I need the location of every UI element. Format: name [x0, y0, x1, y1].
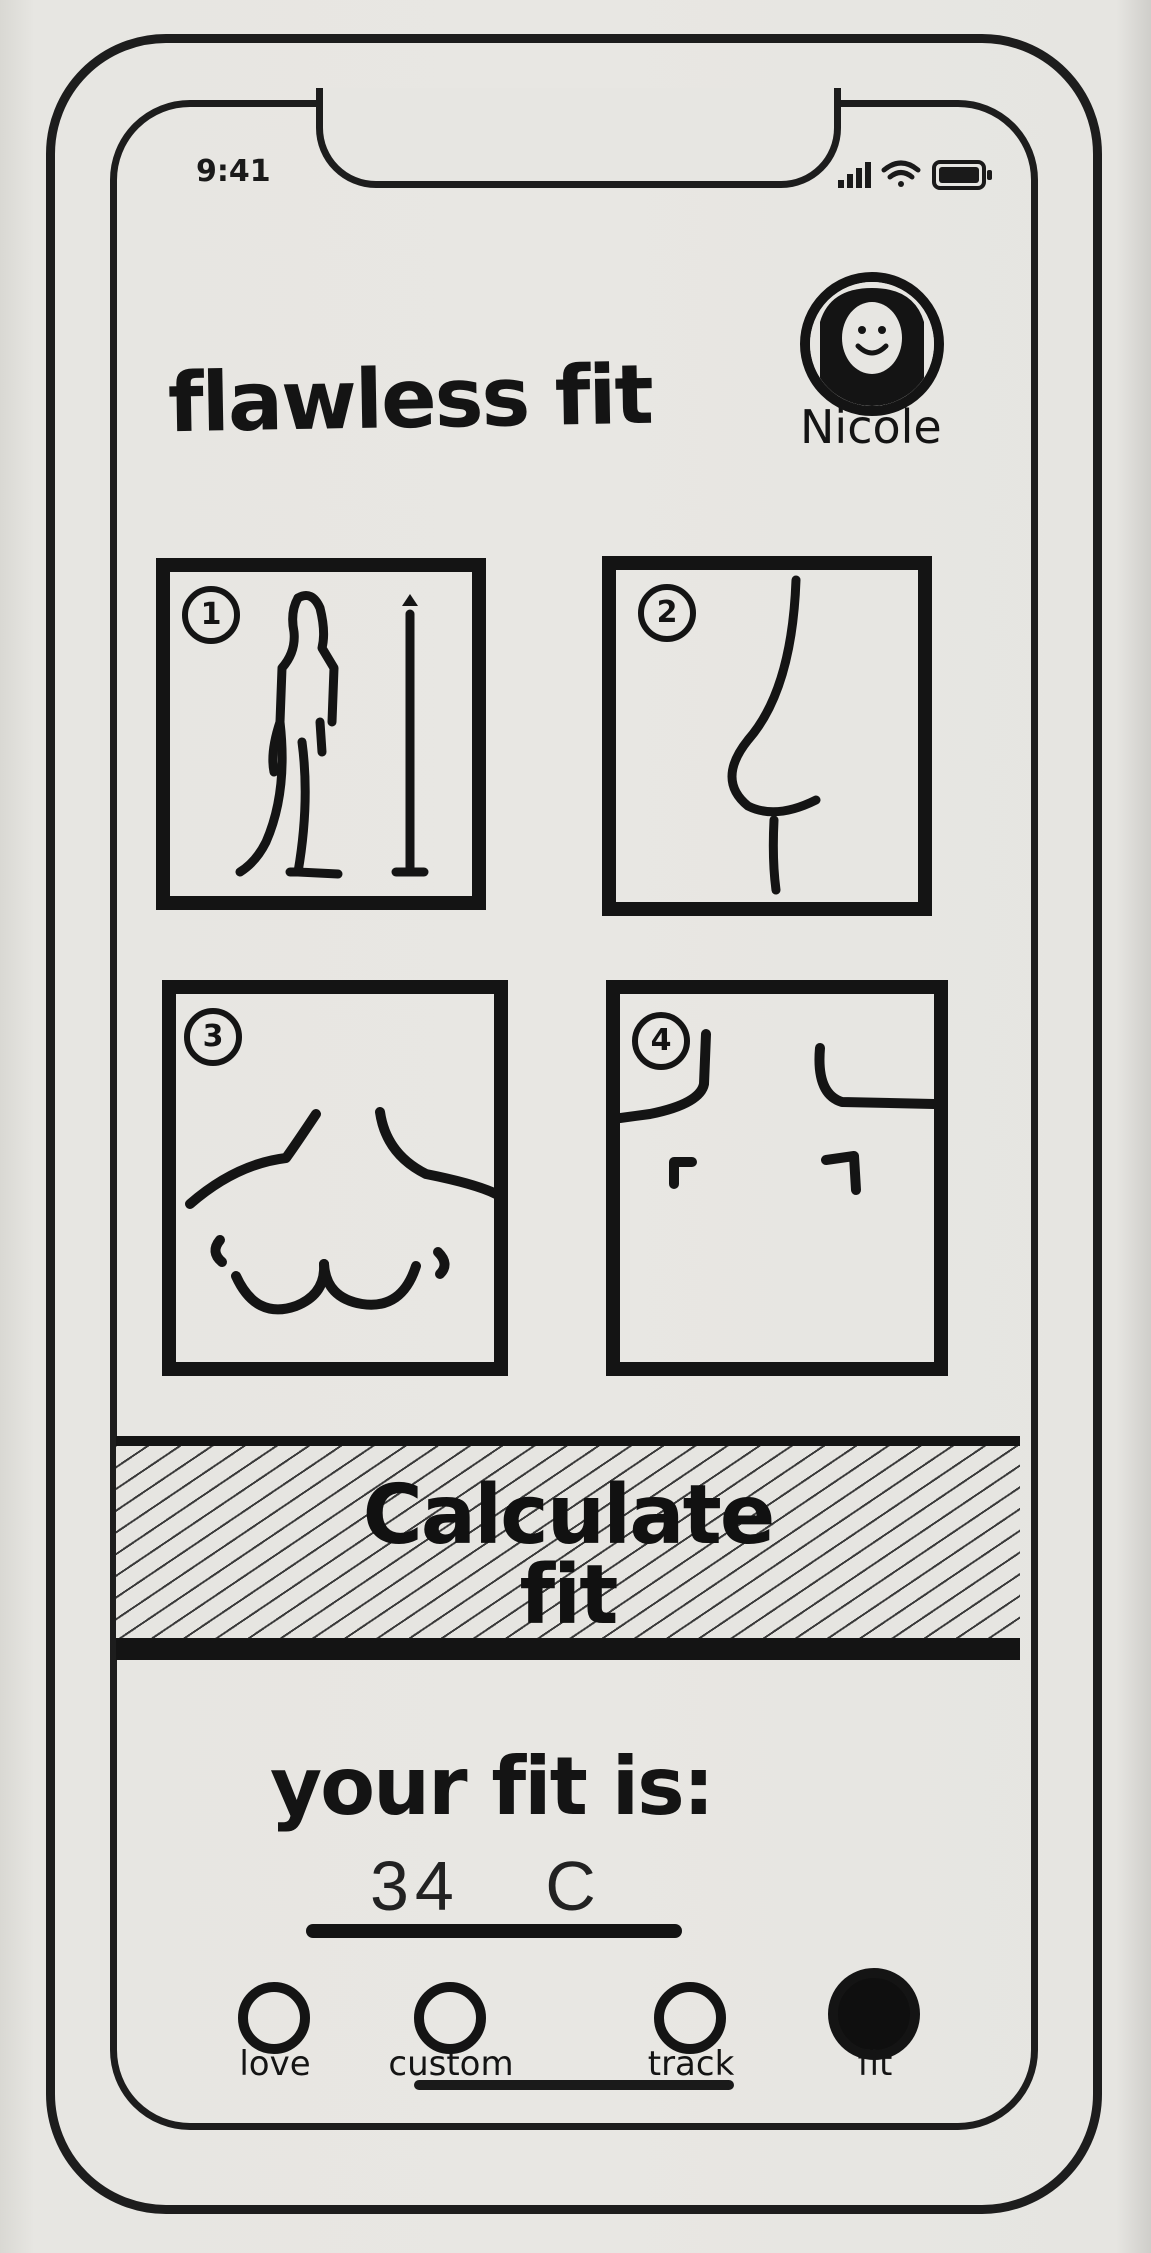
back-view-icon: [620, 1029, 934, 1195]
battery-icon: [932, 160, 992, 190]
tab-label: love: [239, 2044, 311, 2084]
fit-result-title: your fit is:: [270, 1740, 715, 1833]
home-indicator[interactable]: [414, 2080, 734, 2090]
user-name: Nicole: [800, 400, 942, 454]
status-icons: [838, 160, 992, 190]
status-time: 9:41: [196, 154, 271, 189]
wifi-icon: [881, 160, 921, 187]
fit-result-value: 34 C: [370, 1847, 602, 1925]
step-card-height[interactable]: 1: [156, 558, 486, 910]
user-face-icon: [810, 282, 934, 406]
tab-label: fit: [857, 2044, 893, 2084]
tab-label: track: [647, 2044, 735, 2084]
tab-track[interactable]: track: [616, 1968, 766, 2098]
step-card-front-chest[interactable]: 3: [162, 980, 508, 1376]
calculate-button-label-line1: Calculate: [362, 1468, 776, 1563]
tab-fit[interactable]: fit: [800, 1968, 950, 2098]
tab-label: custom: [388, 2044, 514, 2084]
tab-custom[interactable]: custom: [376, 1968, 526, 2098]
step-card-side-profile[interactable]: 2: [602, 556, 932, 916]
profile-avatar[interactable]: [800, 272, 944, 416]
full-body-figure-icon: [235, 591, 429, 879]
app-title: flawless fit: [167, 347, 653, 452]
calculate-button-label-line2: fit: [519, 1548, 619, 1643]
signal-icon: [838, 162, 871, 188]
tab-love[interactable]: love: [200, 1968, 350, 2098]
fit-result-underline: [306, 1924, 682, 1938]
step-card-back[interactable]: 4: [606, 980, 948, 1376]
side-profile-icon: [727, 575, 821, 895]
calculate-fit-button[interactable]: Calculate fit: [116, 1436, 1020, 1660]
front-chest-icon: [185, 1107, 494, 1315]
